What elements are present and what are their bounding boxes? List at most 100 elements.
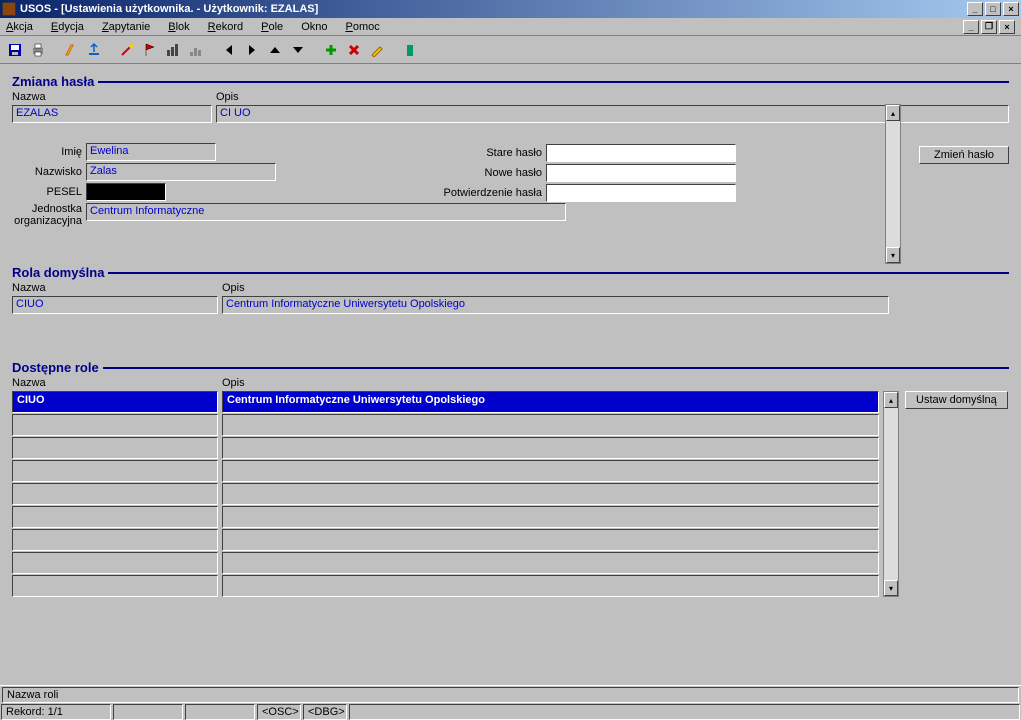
label-nazwa: Nazwa <box>12 91 216 103</box>
label-opis-roles: Opis <box>222 377 245 389</box>
status-cell-2 <box>113 704 183 720</box>
label-stare-haslo: Stare hasło <box>442 147 542 159</box>
workspace: Zmiana hasła Nazwa Opis EZALAS CI UO ▴ ▾… <box>2 64 1019 683</box>
menu-rekord[interactable]: Rekord <box>208 21 243 33</box>
default-role-opis[interactable]: Centrum Informatyczne Uniwersytetu Opols… <box>222 296 889 314</box>
menu-pomoc[interactable]: Pomoc <box>345 21 379 33</box>
role-nazwa-cell[interactable] <box>12 575 218 597</box>
maximize-button[interactable]: □ <box>985 2 1001 16</box>
menu-okno[interactable]: Okno <box>301 21 327 33</box>
role-nazwa-cell[interactable] <box>12 414 218 436</box>
role-nazwa-cell[interactable] <box>12 529 218 551</box>
label-nazwa-roles: Nazwa <box>12 377 222 389</box>
table-row[interactable] <box>12 552 879 574</box>
status-dbg: <DBG> <box>303 704 347 720</box>
statusbar: Nazwa roli Rekord: 1/1 <OSC> <DBG> <box>0 685 1021 719</box>
role-nazwa-cell[interactable] <box>12 460 218 482</box>
section-dostepne-role: Dostępne role <box>12 360 1009 375</box>
scrollbar-zmiana[interactable]: ▴ ▾ <box>885 104 901 264</box>
save-icon[interactable] <box>4 39 26 61</box>
zmien-haslo-button[interactable]: Zmień hasło <box>919 146 1009 164</box>
export-icon[interactable] <box>83 39 105 61</box>
role-opis-cell[interactable] <box>222 460 879 482</box>
role-nazwa-cell[interactable] <box>12 483 218 505</box>
bookmark-icon[interactable] <box>399 39 421 61</box>
table-row[interactable] <box>12 483 879 505</box>
stare-haslo-input[interactable] <box>546 144 736 162</box>
label-potwierdzenie: Potwierdzenie hasła <box>442 187 542 199</box>
print-icon[interactable] <box>27 39 49 61</box>
section-rola-domyslna: Rola domyślna <box>12 265 1009 280</box>
menu-pole[interactable]: Pole <box>261 21 283 33</box>
window-title: USOS - [Ustawienia użytkownika. - Użytko… <box>20 3 965 15</box>
role-opis-cell[interactable] <box>222 437 879 459</box>
table-row[interactable] <box>12 460 879 482</box>
first-icon[interactable] <box>218 39 240 61</box>
table-row[interactable] <box>12 529 879 551</box>
label-opis: Opis <box>216 91 239 103</box>
pesel-field[interactable] <box>86 183 166 201</box>
titlebar: USOS - [Ustawienia użytkownika. - Użytko… <box>0 0 1021 18</box>
menu-akcja[interactable]: Akcja <box>6 21 33 33</box>
role-nazwa-cell[interactable]: CIUO <box>12 391 218 413</box>
role-opis-cell[interactable] <box>222 506 879 528</box>
menubar: Akcja Edycja Zapytanie Blok Rekord Pole … <box>0 18 1021 36</box>
flag-icon[interactable] <box>139 39 161 61</box>
role-opis-cell[interactable] <box>222 414 879 436</box>
clear-icon[interactable] <box>60 39 82 61</box>
status-cell-6 <box>349 704 1020 720</box>
minimize-button[interactable]: _ <box>967 2 983 16</box>
nowe-haslo-input[interactable] <box>546 164 736 182</box>
jednostka-field[interactable]: Centrum Informatyczne <box>86 203 566 221</box>
status-record: Rekord: 1/1 <box>1 704 111 720</box>
role-opis-cell[interactable] <box>222 483 879 505</box>
table-row[interactable]: CIUOCentrum Informatyczne Uniwersytetu O… <box>12 391 879 413</box>
imie-field[interactable]: Ewelina <box>86 143 216 161</box>
menu-blok[interactable]: Blok <box>168 21 189 33</box>
status-cell-3 <box>185 704 255 720</box>
ustaw-domyslna-button[interactable]: Ustaw domyślną <box>905 391 1008 409</box>
scroll-down-roles-icon[interactable]: ▾ <box>884 580 898 596</box>
label-nazwisko: Nazwisko <box>12 166 82 178</box>
table-row[interactable] <box>12 506 879 528</box>
default-role-nazwa[interactable]: CIUO <box>12 296 218 314</box>
mdi-minimize-button[interactable]: _ <box>963 20 979 34</box>
scroll-up-icon[interactable]: ▴ <box>886 105 900 121</box>
role-opis-cell[interactable] <box>222 575 879 597</box>
delete-icon[interactable] <box>343 39 365 61</box>
next-icon[interactable] <box>241 39 263 61</box>
chart2-icon[interactable] <box>185 39 207 61</box>
menu-zapytanie[interactable]: Zapytanie <box>102 21 150 33</box>
user-nazwa-field[interactable]: EZALAS <box>12 105 212 123</box>
role-opis-cell[interactable] <box>222 529 879 551</box>
potwierdzenie-input[interactable] <box>546 184 736 202</box>
role-nazwa-cell[interactable] <box>12 552 218 574</box>
wand-icon[interactable] <box>116 39 138 61</box>
menu-edycja[interactable]: Edycja <box>51 21 84 33</box>
role-opis-cell[interactable]: Centrum Informatyczne Uniwersytetu Opols… <box>222 391 879 413</box>
toolbar <box>0 36 1021 64</box>
table-row[interactable] <box>12 414 879 436</box>
close-button[interactable]: × <box>1003 2 1019 16</box>
scroll-down-icon[interactable]: ▾ <box>886 247 900 263</box>
down-icon[interactable] <box>287 39 309 61</box>
label-nowe-haslo: Nowe hasło <box>442 167 542 179</box>
chart-icon[interactable] <box>162 39 184 61</box>
scrollbar-roles[interactable]: ▴ ▾ <box>883 391 899 597</box>
scroll-up-roles-icon[interactable]: ▴ <box>884 392 898 408</box>
nazwisko-field[interactable]: Zalas <box>86 163 276 181</box>
role-nazwa-cell[interactable] <box>12 437 218 459</box>
table-row[interactable] <box>12 575 879 597</box>
mdi-restore-button[interactable]: ❐ <box>981 20 997 34</box>
status-osc: <OSC> <box>257 704 301 720</box>
table-row[interactable] <box>12 437 879 459</box>
label-opis-rola: Opis <box>222 282 245 294</box>
role-opis-cell[interactable] <box>222 552 879 574</box>
up-icon[interactable] <box>264 39 286 61</box>
mdi-close-button[interactable]: × <box>999 20 1015 34</box>
pencil-icon[interactable] <box>366 39 388 61</box>
add-icon[interactable] <box>320 39 342 61</box>
label-pesel: PESEL <box>12 186 82 198</box>
role-nazwa-cell[interactable] <box>12 506 218 528</box>
roles-table: CIUOCentrum Informatyczne Uniwersytetu O… <box>12 391 879 598</box>
